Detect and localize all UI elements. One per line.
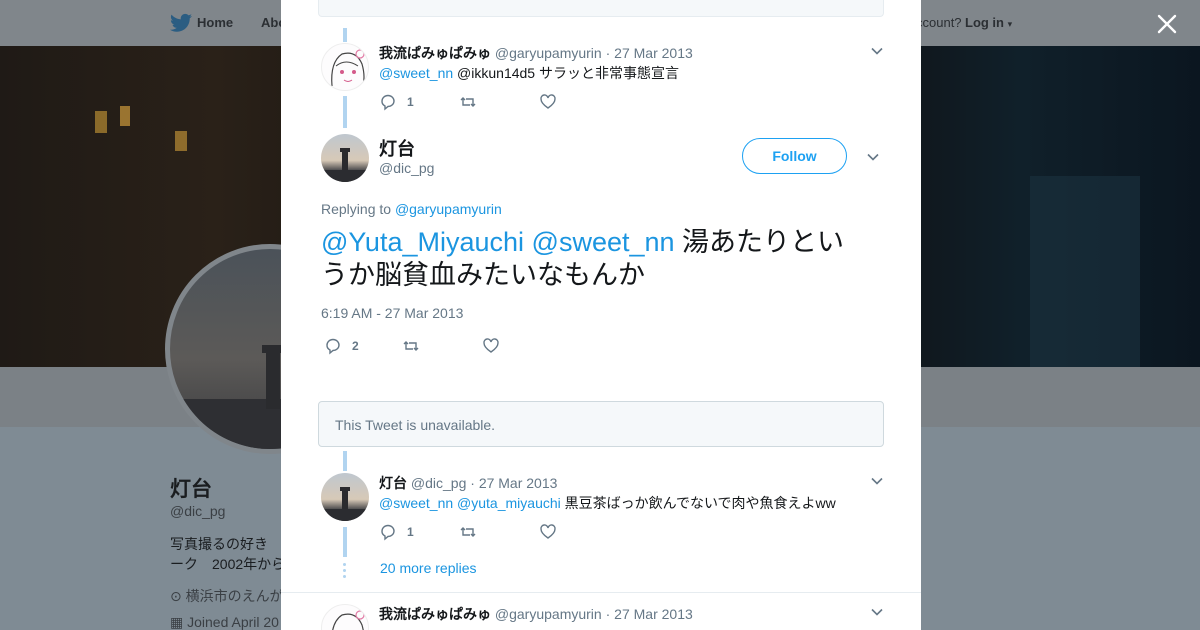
avatar[interactable] xyxy=(321,134,369,182)
tweet-item[interactable]: 我流ぱみゅぱみゅ @garyupamyurin · 27 Mar 2013 xyxy=(321,604,885,630)
replying-prefix: Replying to xyxy=(321,201,392,217)
banner-water-reflection xyxy=(1030,176,1140,376)
tweet-author-name[interactable]: 我流ぱみゅぱみゅ xyxy=(379,606,491,622)
reply-count: 1 xyxy=(407,95,414,109)
mention-link[interactable]: @Yuta_Miyauchi xyxy=(321,227,524,257)
thread-line xyxy=(343,28,347,42)
reply-button[interactable]: 2 xyxy=(324,337,359,355)
calendar-icon: ▦ xyxy=(170,614,184,630)
tweet-date[interactable]: 27 Mar 2013 xyxy=(614,45,693,61)
chevron-down-icon[interactable] xyxy=(869,473,885,489)
like-button[interactable] xyxy=(482,337,500,355)
reply-icon xyxy=(381,94,395,111)
anime-avatar-image xyxy=(331,49,365,89)
tweet-author-handle[interactable]: @dic_pg xyxy=(411,475,466,491)
tweet-item[interactable]: 灯台 @dic_pg · 27 Mar 2013 @sweet_nn @yuta… xyxy=(321,473,885,543)
main-tweet-timestamp[interactable]: 6:19 AM - 27 Mar 2013 xyxy=(321,305,463,321)
separator: · xyxy=(605,606,611,622)
tweet-text-content: 黒豆茶ばっか飲んでないで肉や魚食えよww xyxy=(564,495,836,511)
chevron-down-icon[interactable] xyxy=(865,149,881,165)
profile-bio: 写真撮るの好き ーク 2002年から xyxy=(170,534,285,574)
like-button[interactable] xyxy=(539,523,557,541)
nav-account-question: ccount? xyxy=(916,15,962,30)
location-pin-icon: ⊙ xyxy=(170,588,182,604)
profile-joined-text: Joined April 20 xyxy=(187,614,279,630)
unavailable-tweet-notice: This Tweet is unavailable. xyxy=(318,401,884,447)
avatar[interactable] xyxy=(321,473,369,521)
follow-button[interactable]: Follow xyxy=(742,138,847,174)
tweet-modal: 我流ぱみゅぱみゅ @garyupamyurin · 27 Mar 2013 @s… xyxy=(281,0,921,630)
nav-login[interactable]: Log in ▾ xyxy=(965,15,1012,30)
mention-link[interactable]: @yuta_miyauchi xyxy=(457,495,561,511)
like-button[interactable] xyxy=(539,93,557,111)
anime-avatar-image xyxy=(332,610,365,630)
tweet-date[interactable]: 27 Mar 2013 xyxy=(614,606,693,622)
reply-count: 2 xyxy=(352,339,359,353)
tweet-text-content: @ikkun14d5 サラッと非常事態宣言 xyxy=(457,65,679,81)
profile-bio-line: ーク 2002年から xyxy=(170,556,286,572)
separator: · xyxy=(470,475,475,491)
profile-location: ⊙ 横浜市のえんが xyxy=(170,586,284,606)
tweet-item[interactable]: 我流ぱみゅぱみゅ @garyupamyurin · 27 Mar 2013 @s… xyxy=(321,43,885,113)
retweet-button[interactable] xyxy=(459,93,477,111)
divider xyxy=(281,592,921,593)
main-tweet-author-handle[interactable]: @dic_pg xyxy=(379,160,434,176)
like-icon xyxy=(540,94,556,109)
profile-bio-line: 写真撮るの好き xyxy=(170,536,268,552)
profile-location-text: 横浜市のえんが xyxy=(185,588,284,604)
banner-window-light xyxy=(95,111,107,133)
reply-button[interactable]: 1 xyxy=(379,523,414,541)
retweet-icon xyxy=(403,341,419,351)
more-replies-link[interactable]: 20 more replies xyxy=(380,560,477,576)
thread-line xyxy=(343,451,347,471)
retweet-icon xyxy=(460,527,476,537)
tweet-author-name[interactable]: 灯台 xyxy=(379,475,407,491)
reply-icon xyxy=(326,338,340,355)
replying-to-link[interactable]: @garyupamyurin xyxy=(395,201,502,217)
tweet-author-handle[interactable]: @garyupamyurin xyxy=(495,45,602,61)
tweet-header: 灯台 @dic_pg · 27 Mar 2013 xyxy=(379,473,557,493)
mention-link[interactable]: @sweet_nn xyxy=(532,227,675,257)
like-icon xyxy=(483,338,499,353)
mention-link[interactable]: @sweet_nn xyxy=(379,495,453,511)
tweet-header: 我流ぱみゅぱみゅ @garyupamyurin · 27 Mar 2013 xyxy=(379,604,693,624)
profile-name: 灯台 xyxy=(170,478,212,501)
avatar[interactable] xyxy=(321,43,369,91)
thread-dots xyxy=(343,563,347,579)
tweet-text: @sweet_nn @ikkun14d5 サラッと非常事態宣言 xyxy=(379,63,679,83)
mention-link[interactable]: @sweet_nn xyxy=(379,65,453,81)
close-icon[interactable] xyxy=(1155,12,1179,36)
twitter-bird-icon[interactable] xyxy=(170,13,192,33)
lighthouse-avatar-image xyxy=(321,487,369,521)
replying-to: Replying to @garyupamyurin xyxy=(321,201,502,217)
login-label: Log in xyxy=(965,15,1004,30)
retweet-icon xyxy=(460,97,476,107)
reply-count: 1 xyxy=(407,525,414,539)
main-tweet-text: @Yuta_Miyauchi @sweet_nn 湯あたりというか脳貧血みたいな… xyxy=(321,226,869,292)
lighthouse-avatar-image xyxy=(321,148,369,182)
caret-down-icon: ▾ xyxy=(1007,19,1013,29)
profile-handle: @dic_pg xyxy=(170,503,226,519)
chevron-down-icon[interactable] xyxy=(869,604,885,620)
like-icon xyxy=(540,524,556,539)
reply-button[interactable]: 1 xyxy=(379,93,414,111)
banner-window-light xyxy=(120,106,130,126)
nav-home[interactable]: Home xyxy=(197,15,233,30)
previous-tweet-box xyxy=(318,0,884,17)
profile-joined: ▦ Joined April 20 xyxy=(170,614,279,630)
tweet-author-handle[interactable]: @garyupamyurin xyxy=(495,606,602,622)
chevron-down-icon[interactable] xyxy=(869,43,885,59)
tweet-header: 我流ぱみゅぱみゅ @garyupamyurin · 27 Mar 2013 xyxy=(379,43,693,63)
avatar[interactable] xyxy=(321,604,369,630)
tweet-text: @sweet_nn @yuta_miyauchi 黒豆茶ばっか飲んでないで肉や魚… xyxy=(379,493,836,513)
main-tweet-author-name[interactable]: 灯台 xyxy=(379,135,415,161)
retweet-button[interactable] xyxy=(459,523,477,541)
reply-icon xyxy=(381,524,395,541)
banner-window-light xyxy=(175,131,187,151)
tweet-date[interactable]: 27 Mar 2013 xyxy=(479,475,558,491)
retweet-button[interactable] xyxy=(402,337,420,355)
tweet-author-name[interactable]: 我流ぱみゅぱみゅ xyxy=(379,45,491,61)
separator: · xyxy=(605,45,611,61)
